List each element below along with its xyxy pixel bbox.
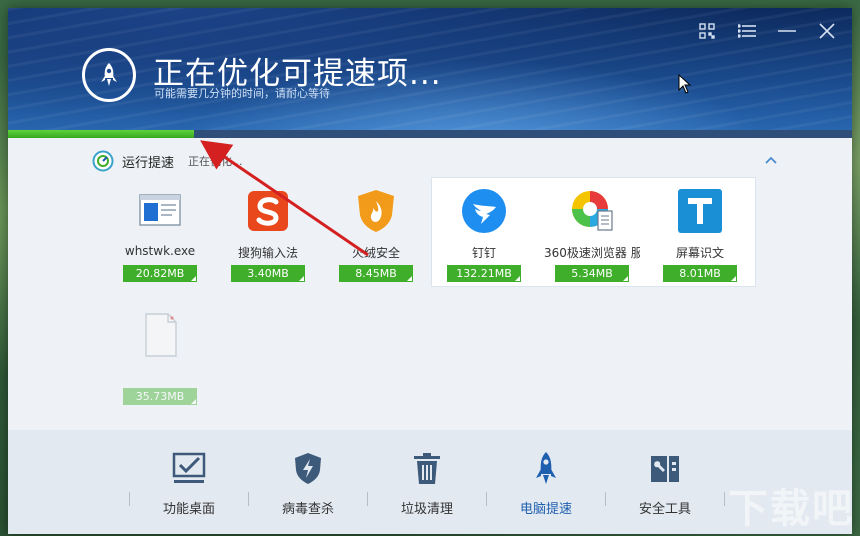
- app-size-badge: 132.21MB: [447, 265, 521, 282]
- nav-item-pc-speedup[interactable]: 电脑提速: [487, 450, 605, 517]
- screen-ocr-icon: [678, 189, 722, 233]
- chevron-up-icon[interactable]: [764, 150, 780, 166]
- app-name: 搜狗输入法: [237, 246, 298, 260]
- qr-code-icon[interactable]: [696, 20, 718, 42]
- header-banner: 正在优化可提速项... 可能需要几分钟的时间，请耐心等待: [8, 8, 852, 138]
- page-subtitle: 可能需要几分钟的时间，请耐心等待: [154, 87, 330, 100]
- app-item[interactable]: 屏幕识文 8.01MB: [652, 187, 748, 282]
- watermark: 下载吧: [728, 486, 854, 532]
- progress-fill: [8, 130, 194, 138]
- nav-item-security-tools[interactable]: 安全工具: [606, 450, 724, 517]
- speedup-gauge-icon: [92, 150, 114, 172]
- nav-item-feature-desktop[interactable]: 功能桌面: [130, 450, 248, 517]
- close-icon[interactable]: [816, 20, 838, 42]
- desktop-check-icon: [172, 452, 206, 483]
- section-status: 正在优化...: [188, 155, 243, 168]
- huorong-icon: [358, 190, 394, 232]
- app-item[interactable]: 35.73MB: [112, 310, 208, 405]
- app-name: 钉钉: [471, 246, 496, 260]
- nav-label: 电脑提速: [519, 502, 572, 517]
- trash-icon: [414, 453, 440, 484]
- app-name: [112, 367, 208, 383]
- dingtalk-icon: [462, 189, 506, 233]
- app-name: whstwk.exe: [124, 244, 196, 258]
- app-size-badge: 8.01MB: [663, 265, 737, 282]
- mouse-cursor-icon: [678, 74, 692, 94]
- nav-item-virus-scan[interactable]: 病毒查杀: [249, 450, 367, 517]
- shield-bolt-icon: [295, 453, 321, 484]
- app-item[interactable]: 钉钉 132.21MB: [436, 187, 532, 282]
- nav-separator: [724, 492, 725, 506]
- app-name: 屏幕识文: [675, 246, 724, 260]
- bottom-navigation: 功能桌面 病毒查杀 垃圾清理 电脑提速 安全工具: [8, 430, 852, 534]
- 360-browser-icon: [572, 191, 613, 231]
- blank-file-icon: [145, 313, 177, 357]
- nav-item-junk-cleanup[interactable]: 垃圾清理: [368, 450, 486, 517]
- app-size-badge: 3.40MB: [231, 265, 305, 282]
- menu-icon[interactable]: [736, 20, 758, 42]
- window-controls: [696, 20, 838, 42]
- app-name: 360极速浏览器 服...: [544, 246, 640, 260]
- nav-label: 安全工具: [638, 502, 691, 517]
- app-item[interactable]: whstwk.exe 20.82MB: [112, 187, 208, 282]
- app-item[interactable]: 搜狗输入法 3.40MB: [220, 187, 316, 282]
- optimize-progress-bar: [8, 130, 852, 138]
- rocket-logo-icon: [82, 48, 136, 102]
- nav-label: 病毒查杀: [281, 502, 334, 517]
- minimize-icon[interactable]: [776, 20, 798, 42]
- app-item[interactable]: 火绒安全 8.45MB: [328, 187, 424, 282]
- nav-label: 功能桌面: [162, 502, 215, 517]
- optimizer-window: 正在优化可提速项... 可能需要几分钟的时间，请耐心等待 运行提速 正在优化..…: [8, 8, 852, 534]
- section-title: 运行提速: [122, 155, 175, 171]
- app-item[interactable]: 360极速浏览器 服... 5.34MB: [544, 187, 640, 282]
- app-size-badge: 5.34MB: [555, 265, 629, 282]
- app-size-badge: 35.73MB: [123, 388, 197, 405]
- app-window-icon: [139, 194, 181, 226]
- app-size-badge: 20.82MB: [123, 265, 197, 282]
- rocket-icon: [536, 452, 556, 484]
- app-name: 火绒安全: [351, 246, 400, 260]
- section-header: 运行提速 正在优化...: [92, 150, 243, 172]
- nav-label: 垃圾清理: [400, 502, 453, 517]
- sogou-icon: [248, 191, 288, 231]
- app-size-badge: 8.45MB: [339, 265, 413, 282]
- toolbox-icon: [651, 456, 679, 482]
